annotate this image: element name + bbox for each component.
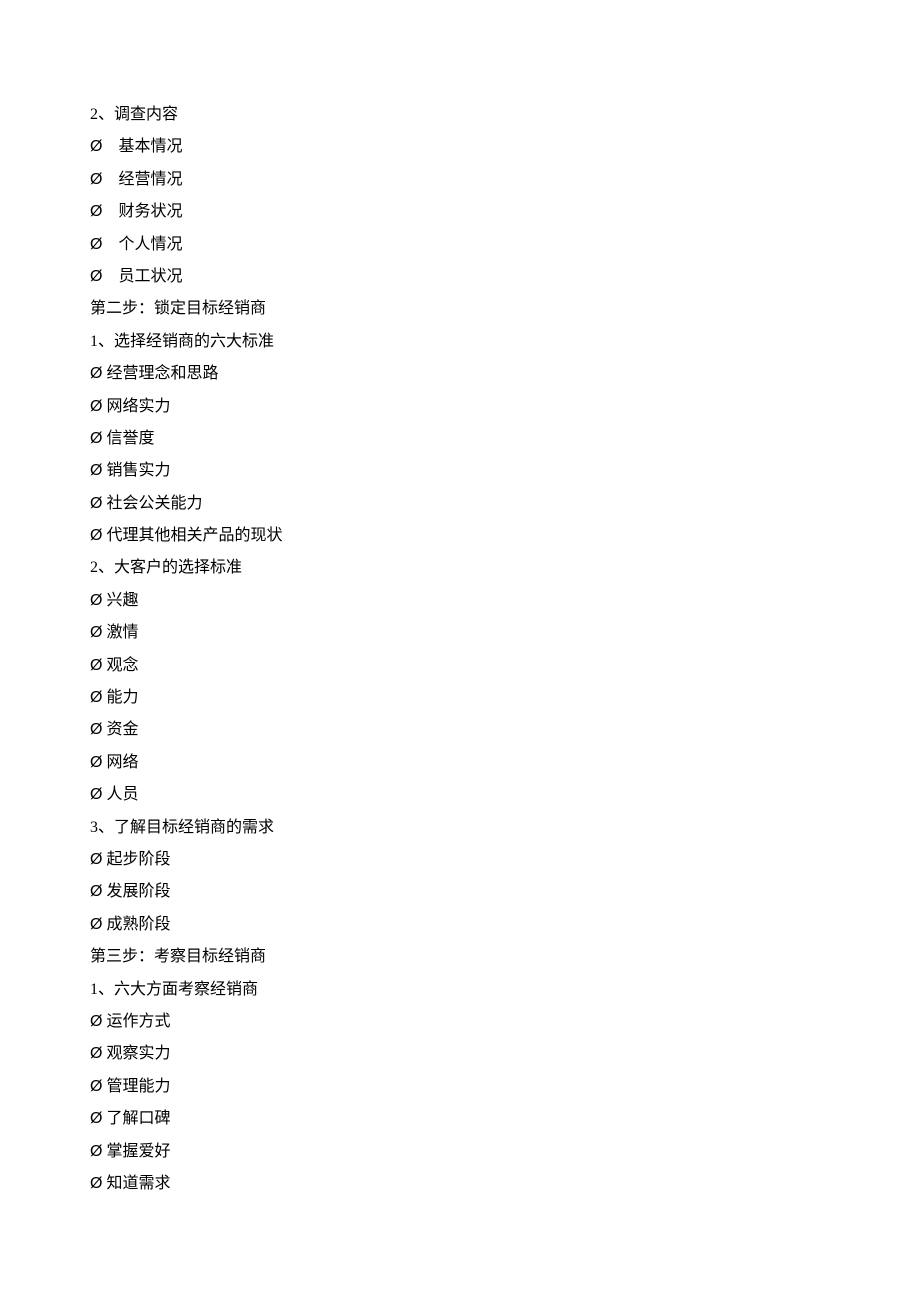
line-text: 运作方式: [106, 1013, 170, 1030]
text-line: Ø 销售实力: [90, 456, 830, 486]
text-line: Ø 经营理念和思路: [90, 359, 830, 389]
text-line: Ø 知道需求: [90, 1169, 830, 1199]
text-line: Ø 基本情况: [90, 132, 830, 162]
line-text: 2、大客户的选择标准: [90, 559, 242, 576]
text-line: Ø 社会公关能力: [90, 489, 830, 519]
text-line: Ø 网络实力: [90, 392, 830, 422]
line-text: 网络实力: [106, 398, 170, 415]
line-text: 财务状况: [118, 203, 182, 220]
line-text: 观察实力: [106, 1045, 170, 1062]
text-line: Ø 管理能力: [90, 1072, 830, 1102]
line-text: 经营情况: [118, 171, 182, 188]
bullet-icon: Ø: [90, 495, 102, 512]
line-text: 第三步：考察目标经销商: [90, 948, 266, 965]
text-line: 第三步：考察目标经销商: [90, 942, 830, 972]
line-text: 经营理念和思路: [106, 365, 218, 382]
text-line: Ø 激情: [90, 618, 830, 648]
text-line: Ø 资金: [90, 715, 830, 745]
bullet-icon: Ø: [90, 398, 102, 415]
document-body: 2、调查内容Ø 基本情况Ø 经营情况Ø 财务状况Ø 个人情况Ø 员工状况第二步：…: [90, 100, 830, 1199]
text-line: Ø 经营情况: [90, 165, 830, 195]
text-line: Ø 员工状况: [90, 262, 830, 292]
line-text: 了解口碑: [106, 1110, 170, 1127]
line-text: 员工状况: [118, 268, 182, 285]
text-line: Ø 人员: [90, 780, 830, 810]
text-line: Ø 了解口碑: [90, 1104, 830, 1134]
text-line: Ø 能力: [90, 683, 830, 713]
line-text: 人员: [106, 786, 138, 803]
bullet-icon: Ø: [90, 851, 102, 868]
bullet-icon: Ø: [90, 689, 102, 706]
line-text: 成熟阶段: [106, 916, 170, 933]
bullet-icon: Ø: [90, 1013, 102, 1030]
text-line: Ø 个人情况: [90, 230, 830, 260]
line-text: 知道需求: [106, 1175, 170, 1192]
text-line: Ø 信誉度: [90, 424, 830, 454]
text-line: Ø 观察实力: [90, 1039, 830, 1069]
line-text: 能力: [106, 689, 138, 706]
bullet-icon: Ø: [90, 430, 102, 447]
bullet-icon: Ø: [90, 1175, 102, 1192]
line-text: 观念: [106, 657, 138, 674]
text-line: Ø 运作方式: [90, 1007, 830, 1037]
line-text: 1、选择经销商的六大标准: [90, 333, 274, 350]
bullet-icon: Ø: [90, 786, 102, 803]
bullet-icon: Ø: [90, 527, 102, 544]
text-line: 2、大客户的选择标准: [90, 553, 830, 583]
bullet-icon: Ø: [90, 916, 102, 933]
line-text: 2、调查内容: [90, 106, 178, 123]
line-text: 掌握爱好: [106, 1143, 170, 1160]
text-line: Ø 起步阶段: [90, 845, 830, 875]
bullet-icon: Ø: [90, 365, 102, 382]
bullet-icon: Ø: [90, 657, 102, 674]
line-text: 3、了解目标经销商的需求: [90, 819, 274, 836]
line-text: 兴趣: [106, 592, 138, 609]
bullet-icon: Ø: [90, 754, 102, 771]
bullet-icon: Ø: [90, 462, 102, 479]
text-line: 2、调查内容: [90, 100, 830, 130]
bullet-icon: Ø: [90, 138, 102, 155]
text-line: Ø 代理其他相关产品的现状: [90, 521, 830, 551]
line-text: 代理其他相关产品的现状: [106, 527, 282, 544]
line-text: 基本情况: [118, 138, 182, 155]
bullet-icon: Ø: [90, 236, 102, 253]
text-line: Ø 发展阶段: [90, 877, 830, 907]
bullet-icon: Ø: [90, 268, 102, 285]
bullet-icon: Ø: [90, 1110, 102, 1127]
text-line: Ø 财务状况: [90, 197, 830, 227]
text-line: Ø 网络: [90, 748, 830, 778]
text-line: 第二步：锁定目标经销商: [90, 294, 830, 324]
line-text: 起步阶段: [106, 851, 170, 868]
line-text: 网络: [106, 754, 138, 771]
bullet-icon: Ø: [90, 624, 102, 641]
text-line: Ø 观念: [90, 651, 830, 681]
bullet-icon: Ø: [90, 1045, 102, 1062]
bullet-icon: Ø: [90, 203, 102, 220]
line-text: 个人情况: [118, 236, 182, 253]
line-text: 第二步：锁定目标经销商: [90, 300, 266, 317]
text-line: 1、六大方面考察经销商: [90, 975, 830, 1005]
bullet-icon: Ø: [90, 592, 102, 609]
bullet-icon: Ø: [90, 1078, 102, 1095]
line-text: 资金: [106, 721, 138, 738]
text-line: Ø 掌握爱好: [90, 1137, 830, 1167]
line-text: 激情: [106, 624, 138, 641]
text-line: 3、了解目标经销商的需求: [90, 813, 830, 843]
bullet-icon: Ø: [90, 721, 102, 738]
line-text: 管理能力: [106, 1078, 170, 1095]
text-line: 1、选择经销商的六大标准: [90, 327, 830, 357]
line-text: 1、六大方面考察经销商: [90, 981, 258, 998]
line-text: 信誉度: [106, 430, 154, 447]
line-text: 社会公关能力: [106, 495, 202, 512]
text-line: Ø 成熟阶段: [90, 910, 830, 940]
bullet-icon: Ø: [90, 171, 102, 188]
line-text: 发展阶段: [106, 883, 170, 900]
text-line: Ø 兴趣: [90, 586, 830, 616]
line-text: 销售实力: [106, 462, 170, 479]
bullet-icon: Ø: [90, 1143, 102, 1160]
bullet-icon: Ø: [90, 883, 102, 900]
